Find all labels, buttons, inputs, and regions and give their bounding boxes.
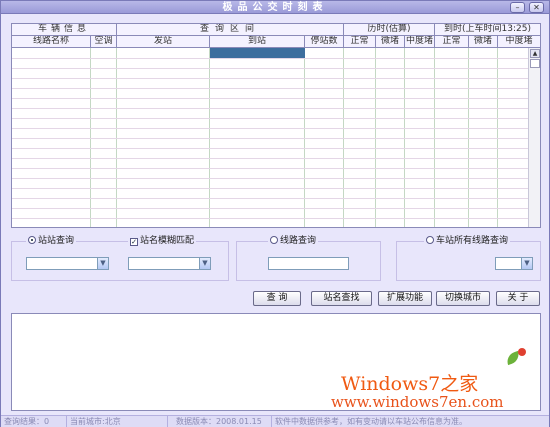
scroll-up-button[interactable]: ▲: [530, 49, 540, 58]
fuzzy-match-label: 站名模糊匹配: [140, 236, 195, 246]
line-input[interactable]: [268, 257, 349, 270]
line-query-panel: 线路查询: [236, 236, 381, 281]
table-row[interactable]: [12, 68, 528, 69]
watermark-url: www.windows7en.com: [331, 393, 504, 411]
table-row[interactable]: [12, 138, 528, 139]
about-button[interactable]: 关 于: [496, 291, 540, 306]
status-bar: 查询结果：0 当前城市:北京 数据版本：2008.01.15 软件中数据供参考，…: [1, 415, 549, 427]
title-bar: 极品公交时刻表 – ✕: [1, 1, 549, 14]
table-row[interactable]: [12, 58, 528, 59]
timetable-grid[interactable]: 车辆信息 查询区间 历时(估算) 到时(上车时间13:25) 线路名称 空调 发…: [11, 23, 541, 228]
all-lines-query-label: 车站所有线路查询: [436, 236, 509, 246]
group-header-interval: 查询区间: [117, 24, 344, 36]
col-header-light-jam[interactable]: 微堵: [376, 36, 405, 48]
window-title: 极品公交时刻表: [222, 2, 328, 13]
col-header-arrive-light-jam[interactable]: 微堵: [469, 36, 498, 48]
table-row[interactable]: [12, 218, 528, 219]
find-station-button[interactable]: 站名查找: [311, 291, 372, 306]
close-icon: ✕: [533, 3, 540, 12]
selected-cell[interactable]: [210, 48, 305, 58]
table-row[interactable]: [12, 118, 528, 119]
table-row[interactable]: [12, 168, 528, 169]
station-query-radio[interactable]: 站站查询: [26, 236, 77, 247]
station-query-label: 站站查询: [38, 236, 75, 246]
watermark-logo: Windows7之家: [341, 373, 479, 395]
chevron-down-icon[interactable]: ▼: [97, 258, 108, 269]
radio-unselected-icon: [426, 236, 434, 244]
query-button[interactable]: 查 询: [253, 291, 301, 306]
table-row[interactable]: [12, 178, 528, 179]
col-header-line-name[interactable]: 线路名称: [12, 36, 91, 48]
station-lines-panel: 车站所有线路查询 ▼: [396, 236, 541, 281]
col-header-from-station[interactable]: 发站: [117, 36, 210, 48]
col-header-arrive-normal[interactable]: 正常: [435, 36, 469, 48]
col-header-normal[interactable]: 正常: [344, 36, 376, 48]
chevron-down-icon[interactable]: ▼: [199, 258, 210, 269]
switch-city-button[interactable]: 切换城市: [436, 291, 490, 306]
station-query-panel: 站站查询 ✓ 站名模糊匹配 ▼ ▼: [11, 236, 229, 281]
table-row[interactable]: [12, 78, 528, 79]
status-data-version: 数据版本：2008.01.15: [168, 416, 272, 427]
all-lines-query-radio[interactable]: 车站所有线路查询: [424, 236, 511, 247]
minimize-icon: –: [515, 3, 520, 12]
close-button[interactable]: ✕: [529, 2, 544, 13]
fuzzy-match-checkbox[interactable]: ✓ 站名模糊匹配: [128, 236, 197, 247]
table-row[interactable]: [12, 108, 528, 109]
table-row[interactable]: [12, 208, 528, 209]
table-row[interactable]: [12, 198, 528, 199]
status-result-count: 查询结果：0: [1, 416, 67, 427]
col-header-stop-count[interactable]: 停站数: [305, 36, 344, 48]
group-header-arrival: 到时(上车时间13:25): [435, 24, 540, 36]
table-row[interactable]: [12, 158, 528, 159]
chevron-up-icon: ▲: [532, 50, 538, 57]
flower-logo-icon: [518, 348, 526, 356]
from-station-select[interactable]: ▼: [26, 257, 109, 270]
to-station-select[interactable]: ▼: [128, 257, 211, 270]
col-header-medium-jam[interactable]: 中度堵: [405, 36, 435, 48]
status-note: 软件中数据供参考，如有变动请以车站公布信息为准。: [275, 417, 467, 426]
table-row[interactable]: [12, 148, 528, 149]
table-row[interactable]: [12, 88, 528, 89]
station-select[interactable]: ▼: [495, 257, 533, 270]
group-header-duration: 历时(估算): [344, 24, 435, 36]
line-query-label: 线路查询: [280, 236, 317, 246]
table-row[interactable]: [12, 188, 528, 189]
col-header-aircon[interactable]: 空调: [91, 36, 117, 48]
grid-scrollbar[interactable]: ▲: [528, 48, 540, 227]
extend-button[interactable]: 扩展功能: [378, 291, 432, 306]
col-header-arrive-medium-jam[interactable]: 中度堵: [498, 36, 540, 48]
minimize-button[interactable]: –: [510, 2, 525, 13]
radio-selected-icon: [28, 236, 36, 244]
status-current-city: 当前城市:北京: [67, 416, 168, 427]
line-query-radio[interactable]: 线路查询: [268, 236, 319, 247]
table-row[interactable]: [12, 98, 528, 99]
chevron-down-icon[interactable]: ▼: [521, 258, 532, 269]
checkmark-icon: ✓: [130, 238, 138, 246]
scroll-thumb[interactable]: [530, 59, 540, 68]
app-window: 极品公交时刻表 – ✕ 车辆信息 查询区间 历时(估算) 到时(上车时间13:2…: [0, 0, 550, 427]
table-row[interactable]: [12, 128, 528, 129]
col-header-to-station[interactable]: 到站: [210, 36, 305, 48]
group-header-vehicle: 车辆信息: [12, 24, 117, 36]
radio-unselected-icon: [270, 236, 278, 244]
